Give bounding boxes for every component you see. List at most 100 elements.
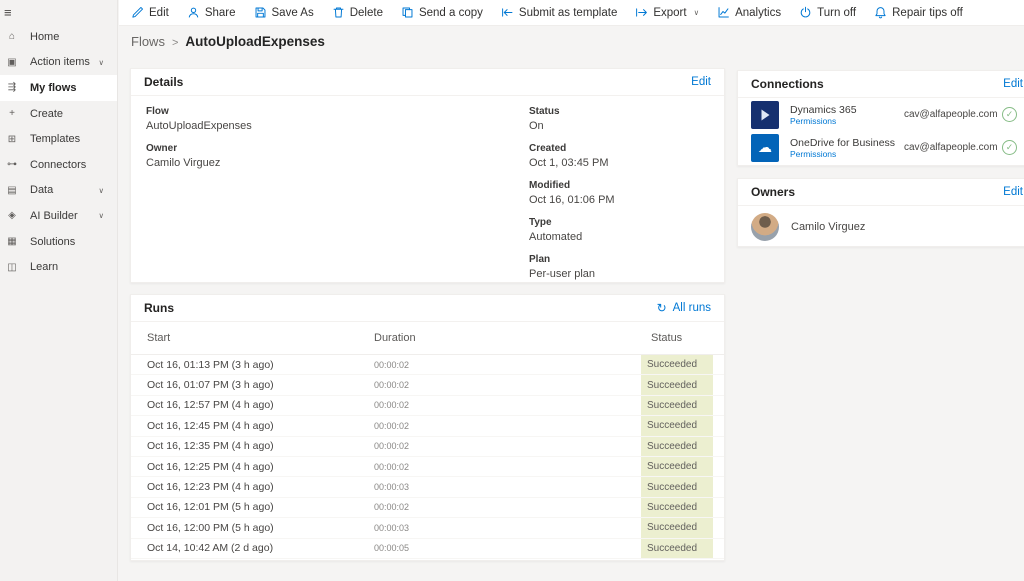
details-right-column: Status On Created Oct 1, 03:45 PM Modifi… [529, 106, 615, 291]
sidebar-item-action-items[interactable]: ▣ Action items ∨ [0, 50, 117, 76]
sidebar-item-label: Learn [30, 261, 58, 273]
run-status-badge: Succeeded [641, 355, 713, 374]
learn-icon: ◫ [5, 262, 19, 273]
button-label: Turn off [817, 7, 856, 19]
run-status-badge: Succeeded [641, 477, 713, 496]
connection-row-onedrive[interactable]: ☁ OneDrive for Business Permissions cav@… [738, 131, 1024, 164]
run-start-time: Oct 16, 12:45 PM (4 h ago) [147, 416, 374, 435]
submit-as-template-button[interactable]: Submit as template [492, 0, 626, 25]
field-label: Type [529, 217, 615, 228]
main-content: Edit Share Save As Delete Send a copy Su… [119, 0, 1024, 581]
analytics-button[interactable]: Analytics [708, 0, 790, 25]
arrow-submit-icon [501, 6, 514, 19]
button-label: Submit as template [519, 7, 617, 19]
edit-pencil-icon [131, 6, 144, 19]
run-status-badge: Succeeded [641, 518, 713, 537]
button-label: Analytics [735, 7, 781, 19]
sidebar-item-ai-builder[interactable]: ◈ AI Builder ∨ [0, 203, 117, 229]
run-row[interactable]: Oct 16, 12:45 PM (4 h ago) 00:00:02 Succ… [131, 416, 724, 436]
sidebar-item-home[interactable]: ⌂ Home [0, 24, 117, 50]
turn-off-button[interactable]: Turn off [790, 0, 865, 25]
page-title: AutoUploadExpenses [185, 34, 325, 49]
breadcrumb-flows-link[interactable]: Flows [131, 34, 165, 49]
connection-name: OneDrive for Business [790, 137, 904, 149]
sidebar-item-label: Action items [30, 56, 90, 68]
all-runs-link[interactable]: All runs [673, 302, 711, 314]
solutions-icon: ▦ [5, 236, 19, 247]
sidebar-item-learn[interactable]: ◫ Learn [0, 254, 117, 280]
run-start-time: Oct 16, 01:13 PM (3 h ago) [147, 355, 374, 374]
run-duration: 00:00:03 [374, 477, 641, 496]
run-status-badge: Succeeded [641, 396, 713, 415]
field-label: Owner [146, 143, 529, 154]
button-label: Share [205, 7, 236, 19]
run-row[interactable]: Oct 16, 12:23 PM (4 h ago) 00:00:03 Succ… [131, 477, 724, 497]
arrow-export-icon [635, 6, 648, 19]
field-value: Per-user plan [529, 268, 615, 280]
run-row[interactable]: Oct 14, 10:42 AM (2 d ago) 00:00:05 Succ… [131, 539, 724, 559]
power-icon [799, 6, 812, 19]
field-label: Modified [529, 180, 615, 191]
sidebar-item-my-flows[interactable]: ⇶ My flows [0, 75, 117, 101]
permissions-link[interactable]: Permissions [790, 149, 904, 159]
run-row[interactable]: Oct 16, 12:25 PM (4 h ago) 00:00:02 Succ… [131, 457, 724, 477]
runs-card-header: Runs ↻ All runs [131, 295, 724, 322]
onedrive-icon: ☁ [751, 134, 779, 162]
copy-icon [401, 6, 414, 19]
run-row[interactable]: Oct 16, 12:00 PM (5 h ago) 00:00:03 Succ… [131, 518, 724, 538]
run-duration: 00:00:02 [374, 375, 641, 394]
connection-row-dynamics-365[interactable]: Dynamics 365 Permissions cav@alfapeople.… [738, 98, 1024, 131]
templates-icon: ⊞ [5, 134, 19, 145]
sidebar-item-label: Create [30, 108, 63, 120]
bell-icon [874, 6, 887, 19]
run-row[interactable]: Oct 16, 12:57 PM (4 h ago) 00:00:02 Succ… [131, 396, 724, 416]
run-duration: 00:00:05 [374, 539, 641, 558]
send-a-copy-button[interactable]: Send a copy [392, 0, 492, 25]
export-button[interactable]: Export ∨ [626, 0, 708, 25]
delete-button[interactable]: Delete [323, 0, 392, 25]
create-plus-icon: + [5, 108, 19, 119]
save-as-button[interactable]: Save As [245, 0, 323, 25]
sidebar: ≡ ⌂ Home ▣ Action items ∨ ⇶ My flows + C… [0, 0, 118, 581]
connection-success-check-icon: ✓ [1002, 107, 1017, 122]
sidebar-item-label: Connectors [30, 159, 86, 171]
run-status-badge: Succeeded [641, 498, 713, 517]
runs-tools: ↻ All runs [657, 301, 711, 315]
run-row[interactable]: Oct 16, 12:01 PM (5 h ago) 00:00:02 Succ… [131, 498, 724, 518]
sidebar-item-connectors[interactable]: ⊶ Connectors [0, 152, 117, 178]
sidebar-item-label: Home [30, 31, 59, 43]
run-start-time: Oct 16, 12:00 PM (5 h ago) [147, 518, 374, 537]
run-duration: 00:00:02 [374, 396, 641, 415]
hamburger-menu-button[interactable]: ≡ [0, 0, 12, 24]
run-start-time: Oct 16, 01:07 PM (3 h ago) [147, 375, 374, 394]
permissions-link[interactable]: Permissions [790, 116, 904, 126]
repair-tips-button[interactable]: Repair tips off [865, 0, 972, 25]
share-button[interactable]: Share [178, 0, 245, 25]
owner-row[interactable]: Camilo Virguez [738, 206, 1024, 248]
run-start-time: Oct 16, 12:35 PM (4 h ago) [147, 437, 374, 456]
sidebar-item-data[interactable]: ▤ Data ∨ [0, 178, 117, 204]
sidebar-item-solutions[interactable]: ▦ Solutions [0, 229, 117, 255]
details-edit-link[interactable]: Edit [691, 76, 711, 88]
button-label: Delete [350, 7, 383, 19]
connections-edit-link[interactable]: Edit [1003, 78, 1023, 90]
field-label: Created [529, 143, 615, 154]
details-body: Flow AutoUploadExpenses Owner Camilo Vir… [131, 96, 724, 291]
run-row[interactable]: Oct 16, 01:13 PM (3 h ago) 00:00:02 Succ… [131, 355, 724, 375]
hamburger-icon: ≡ [4, 5, 12, 20]
run-row[interactable]: Oct 16, 01:07 PM (3 h ago) 00:00:02 Succ… [131, 375, 724, 395]
run-duration: 00:00:02 [374, 355, 641, 374]
owners-edit-link[interactable]: Edit [1003, 186, 1023, 198]
sidebar-item-create[interactable]: + Create [0, 101, 117, 127]
run-duration: 00:00:02 [374, 498, 641, 517]
owners-card-header: Owners Edit [738, 179, 1024, 206]
runs-table-header: Start Duration Status [131, 322, 724, 355]
refresh-icon[interactable]: ↻ [657, 301, 667, 315]
column-header-duration: Duration [374, 332, 641, 344]
sidebar-item-templates[interactable]: ⊞ Templates [0, 126, 117, 152]
connection-account: cav@alfapeople.com [904, 109, 994, 120]
run-row[interactable]: Oct 16, 12:35 PM (4 h ago) 00:00:02 Succ… [131, 437, 724, 457]
connection-name: Dynamics 365 [790, 104, 904, 116]
button-label: Export [653, 7, 686, 19]
edit-button[interactable]: Edit [122, 0, 178, 25]
